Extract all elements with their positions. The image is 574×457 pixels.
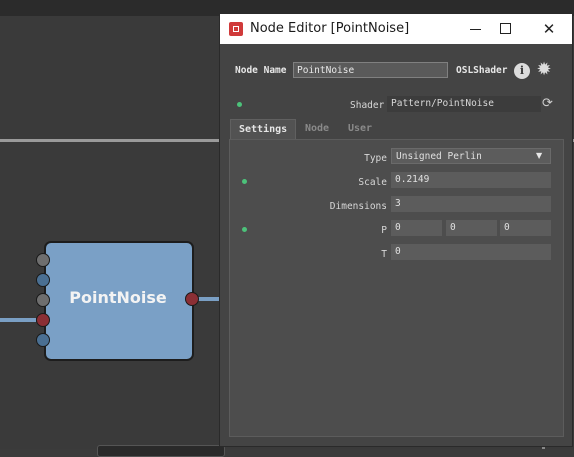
type-label: Type (364, 153, 387, 164)
chevron-down-icon: ▼ (536, 151, 543, 160)
maximize-icon (500, 23, 511, 34)
input-wire (0, 318, 36, 322)
scale-field[interactable]: 0.2149 (391, 172, 551, 188)
shader-field[interactable]: Pattern/PointNoise (387, 96, 541, 112)
p-x-field[interactable]: 0 (391, 220, 442, 236)
connected-indicator (242, 227, 247, 232)
input-port[interactable] (36, 293, 50, 307)
node-title: PointNoise (69, 288, 167, 307)
close-icon: ✕ (542, 20, 556, 38)
tab-user[interactable]: User (340, 119, 380, 139)
connected-indicator (237, 102, 242, 107)
title-bar[interactable]: Node Editor [PointNoise] ✕ (220, 14, 572, 44)
reload-icon[interactable]: ⟳ (542, 96, 553, 112)
gear-icon[interactable]: ✹ (535, 61, 553, 79)
tab-node[interactable]: Node (297, 119, 337, 139)
maximize-button[interactable] (486, 16, 524, 42)
output-wire (198, 297, 220, 301)
connected-indicator (242, 179, 247, 184)
dimensions-label: Dimensions (329, 201, 387, 212)
info-icon[interactable]: i (514, 63, 530, 79)
dimensions-field[interactable]: 3 (391, 196, 551, 212)
partial-node[interactable] (97, 445, 225, 457)
window-title: Node Editor [PointNoise] (250, 21, 410, 36)
t-field[interactable]: 0 (391, 244, 551, 260)
input-port[interactable] (36, 273, 50, 287)
minimize-icon (470, 29, 481, 31)
shader-label: Shader (350, 100, 385, 111)
input-port[interactable] (36, 253, 50, 267)
scale-label: Scale (358, 177, 387, 188)
output-port[interactable] (185, 292, 199, 306)
shader-type-label: OSLShader (456, 65, 508, 76)
app-icon (229, 22, 243, 36)
node-name-input[interactable]: PointNoise (293, 62, 448, 78)
node-name-label: Node Name (235, 65, 287, 76)
tab-settings[interactable]: Settings (230, 119, 297, 140)
p-y-field[interactable]: 0 (446, 220, 497, 236)
input-port[interactable] (36, 333, 50, 347)
t-label: T (381, 249, 387, 260)
type-dropdown[interactable]: Unsigned Perlin (391, 148, 551, 164)
close-button[interactable]: ✕ (530, 16, 568, 42)
input-port[interactable] (36, 313, 50, 327)
p-label: P (381, 225, 387, 236)
node-editor-window: Node Editor [PointNoise] ✕ Node Name Poi… (219, 13, 573, 447)
p-z-field[interactable]: 0 (500, 220, 551, 236)
